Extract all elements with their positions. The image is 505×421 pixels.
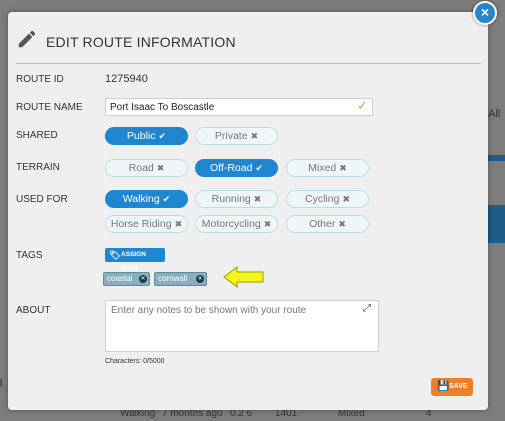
pill-label: Motorcycling	[201, 218, 261, 230]
check-icon: ✔	[158, 131, 167, 141]
pill-label: Horse Riding	[110, 218, 172, 230]
background-block	[488, 205, 505, 243]
tag-icon: 🏷	[109, 250, 121, 260]
terrain-label: TERRAIN	[16, 162, 60, 173]
pill-label: Running	[211, 193, 251, 205]
x-icon: ✖	[250, 131, 259, 141]
check-icon: ✔	[162, 194, 171, 204]
route-name-label: ROUTE NAME	[16, 102, 83, 113]
assign-tags-label: ASSIGN TAGS	[121, 251, 146, 272]
x-icon: ✖	[339, 163, 347, 173]
about-label: ABOUT	[16, 305, 51, 316]
tag-label: cornwall	[158, 274, 188, 283]
pointer-arrow	[223, 266, 264, 288]
pill-label: Walking	[122, 193, 160, 205]
terrain-mixed-pill[interactable]: Mixed ✖	[286, 159, 369, 177]
pill-label: Off-Road	[210, 162, 253, 174]
save-button[interactable]: 💾 SAVE	[431, 378, 473, 396]
save-label: SAVE	[449, 383, 468, 390]
modal-header: EDIT ROUTE INFORMATION	[8, 12, 488, 64]
background-strip	[488, 155, 505, 161]
pill-label: Road	[128, 162, 154, 174]
edit-route-modal: EDIT ROUTE INFORMATION ROUTE ID 1275940 …	[8, 12, 488, 410]
header-divider	[16, 63, 481, 64]
remove-tag-icon[interactable]: ✕	[139, 275, 147, 283]
x-icon: ✖	[156, 163, 165, 173]
modal-title: EDIT ROUTE INFORMATION	[46, 34, 236, 50]
pill-label: Cycling	[305, 193, 340, 205]
used-walking-pill[interactable]: Walking ✔	[105, 190, 188, 208]
used-cycling-pill[interactable]: Cycling ✖	[286, 190, 369, 208]
tag-chip-cornwall[interactable]: cornwall ✕	[154, 272, 207, 286]
x-icon: ✖	[253, 194, 262, 204]
route-id-value: 1275940	[105, 73, 148, 85]
shared-public-pill[interactable]: Public ✔	[105, 127, 188, 145]
remove-tag-icon[interactable]: ✕	[196, 275, 204, 283]
used-motorcycling-pill[interactable]: Motorcycling ✖	[195, 215, 278, 233]
used-horse-riding-pill[interactable]: Horse Riding ✖	[105, 215, 188, 233]
pill-label: Public	[126, 130, 156, 142]
pencil-icon	[18, 30, 36, 48]
check-icon: ✔	[255, 163, 263, 173]
pill-label: Private	[214, 130, 248, 142]
terrain-road-pill[interactable]: Road ✖	[105, 159, 188, 177]
x-icon: ✖	[174, 219, 183, 229]
x-icon: ✖	[263, 219, 272, 229]
x-icon: ✖	[338, 219, 346, 229]
pill-label: Other	[309, 218, 336, 230]
expand-icon[interactable]: ⤢	[363, 303, 371, 314]
tag-chip-coastal[interactable]: coastal ✕	[103, 272, 150, 286]
tags-label: TAGS	[16, 250, 43, 261]
terrain-offroad-pill[interactable]: Off-Road ✔	[195, 159, 278, 177]
shared-private-pill[interactable]: Private ✖	[195, 127, 278, 145]
character-count: Characters: 0/5000	[105, 358, 165, 365]
shared-label: SHARED	[16, 130, 58, 141]
floppy-disk-icon: 💾	[437, 381, 450, 392]
background-text: All	[488, 108, 501, 120]
tag-label: coastal	[107, 274, 133, 283]
background-text-left: l	[0, 378, 3, 390]
assign-tags-button[interactable]: 🏷 ASSIGN TAGS	[105, 248, 165, 272]
used-other-pill[interactable]: Other ✖	[286, 215, 369, 233]
valid-check-icon: ✓	[357, 98, 368, 113]
route-name-input[interactable]	[105, 98, 373, 116]
route-id-label: ROUTE ID	[16, 74, 64, 85]
used-for-label: USED FOR	[16, 194, 68, 205]
close-icon[interactable]: ×	[473, 1, 497, 25]
used-running-pill[interactable]: Running ✖	[195, 190, 278, 208]
pill-label: Mixed	[308, 162, 337, 174]
x-icon: ✖	[342, 194, 350, 204]
about-textarea[interactable]	[105, 300, 379, 352]
